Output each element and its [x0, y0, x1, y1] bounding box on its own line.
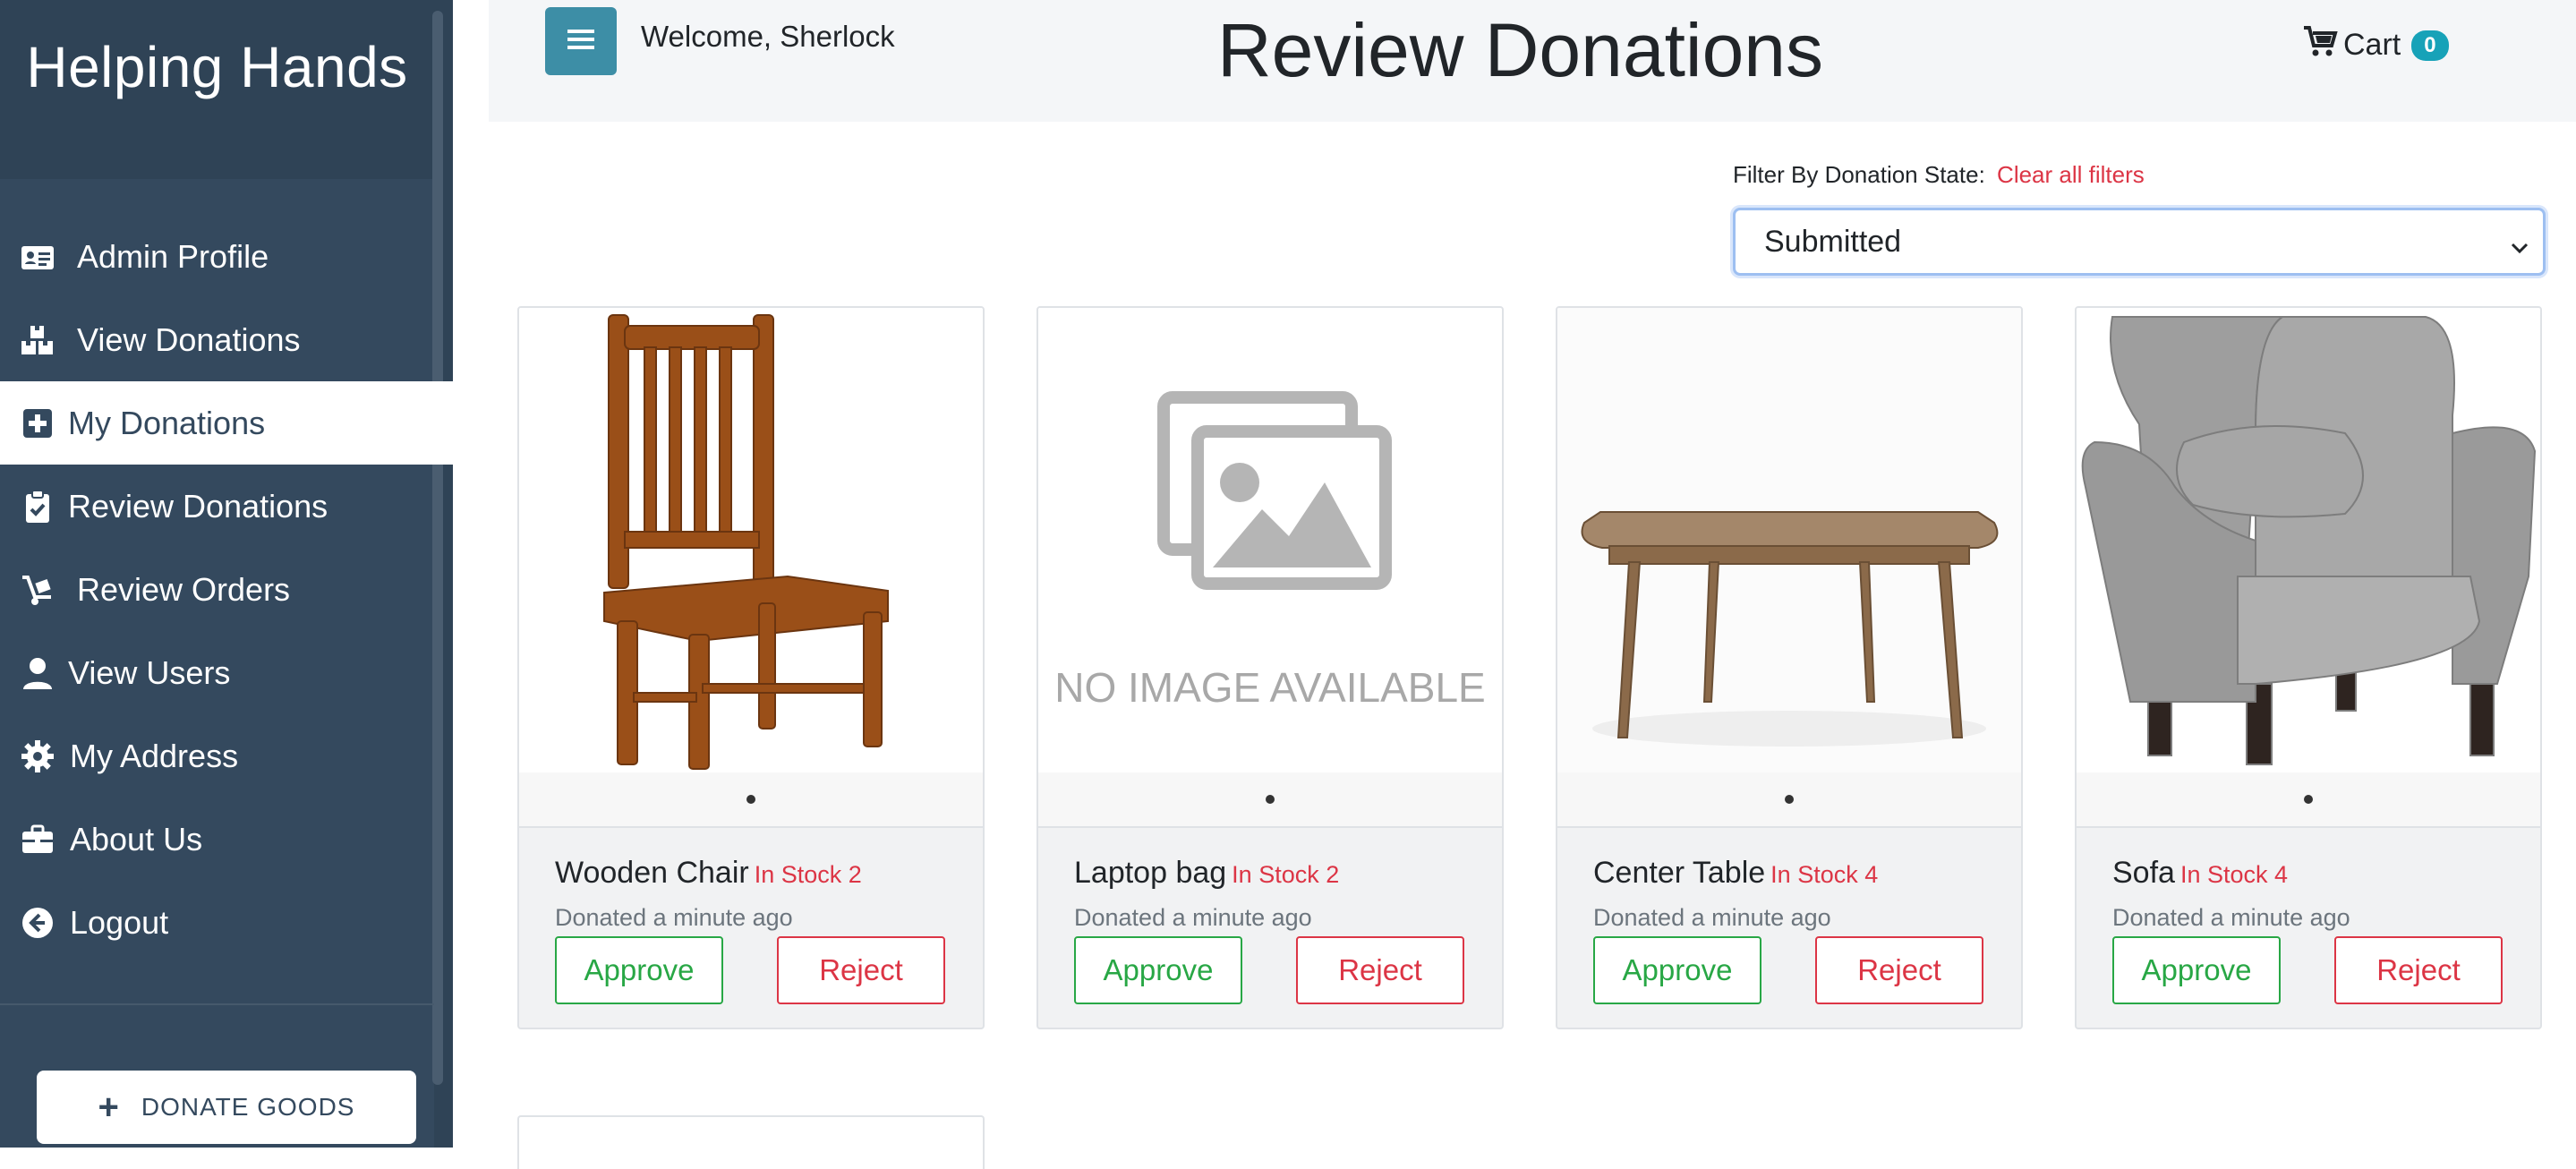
approve-button[interactable]: Approve [2112, 936, 2281, 1004]
approve-button[interactable]: Approve [1074, 936, 1242, 1004]
sidebar-item-my-address[interactable]: My Address [0, 714, 453, 798]
no-image-text: NO IMAGE AVAILABLE [1054, 664, 1485, 711]
clipboard-check-icon [18, 487, 57, 526]
reject-button[interactable]: Reject [1815, 936, 1983, 1004]
sidebar-item-label: Review Donations [68, 487, 328, 525]
sidebar-item-label: Logout [70, 903, 169, 941]
carousel-dot[interactable] [1785, 795, 1794, 804]
carousel-indicators [1038, 772, 1502, 826]
cart-count-badge: 0 [2411, 30, 2449, 61]
donation-card: Wooden Chair In Stock 2 Donated a minute … [517, 306, 985, 1029]
donation-card: Center Table In Stock 4 Donated a minute … [1556, 306, 2023, 1029]
donated-time: Donated a minute ago [1593, 904, 1831, 931]
donate-goods-button[interactable]: + DONATE GOODS [37, 1071, 416, 1144]
sidebar-item-view-users[interactable]: View Users [0, 631, 453, 714]
donation-state-selected: Submitted [1764, 224, 1902, 259]
carousel-indicators [519, 772, 983, 826]
donation-title: Wooden Chair In Stock 2 [555, 856, 862, 891]
filter-label: Filter By Donation State: [1733, 161, 1985, 188]
donation-name: Wooden Chair [555, 856, 749, 890]
card-divider [519, 826, 983, 828]
donation-state-select[interactable]: Submitted [1733, 208, 2546, 276]
sidebar: Helping Hands Admin Profile View Donatio… [0, 0, 453, 1148]
grey-armchair-image [2081, 316, 2537, 765]
sidebar-item-about-us[interactable]: About Us [0, 798, 453, 881]
carousel-dot[interactable] [2304, 795, 2313, 804]
sidebar-item-logout[interactable]: Logout [0, 881, 453, 964]
card-divider [2077, 826, 2540, 828]
donation-card: Sofa In Stock 4 Donated a minute ago Appr… [2075, 306, 2542, 1029]
sidebar-header: Helping Hands [0, 0, 434, 179]
filter-label-row: Filter By Donation State: Clear all filt… [1733, 161, 2145, 189]
menu-toggle-button[interactable] [545, 7, 617, 75]
chevron-down-icon [2509, 232, 2530, 254]
sidebar-item-my-donations[interactable]: My Donations [0, 381, 453, 465]
boxes-icon [18, 320, 57, 360]
donation-card: NO IMAGE AVAILABLE Laptop bag In Stock 2 … [1036, 306, 1504, 1029]
carousel-indicators [1557, 772, 2021, 826]
clear-filters-link[interactable]: Clear all filters [1997, 161, 2145, 188]
donation-card [517, 1115, 985, 1169]
center-table-image [1557, 308, 2021, 772]
donation-image [2077, 308, 2540, 772]
arrow-circle-left-icon [18, 903, 57, 943]
carousel-dot[interactable] [746, 795, 755, 804]
page-title: Review Donations [1217, 8, 1824, 92]
donation-image [519, 308, 983, 772]
cart-icon [2302, 23, 2343, 67]
sidebar-item-label: About Us [70, 820, 203, 858]
wooden-chair-image [603, 314, 889, 770]
gear-icon [18, 737, 57, 776]
approve-button[interactable]: Approve [555, 936, 723, 1004]
sidebar-divider [0, 1003, 434, 1005]
stock-badge: In Stock 2 [1232, 861, 1340, 888]
carousel-indicators [2077, 772, 2540, 826]
donation-image: NO IMAGE AVAILABLE [1038, 308, 1502, 772]
stock-badge: In Stock 4 [2179, 861, 2289, 888]
donation-title: Laptop bag In Stock 2 [1074, 856, 1339, 891]
brand-title: Helping Hands [26, 35, 408, 99]
donation-name: Center Table [1593, 856, 1766, 890]
reject-button[interactable]: Reject [2334, 936, 2503, 1004]
sidebar-item-label: View Users [68, 653, 231, 691]
briefcase-icon [18, 820, 57, 859]
sidebar-item-label: My Donations [68, 404, 266, 441]
card-divider [1038, 826, 1502, 828]
sidebar-nav: Admin Profile View Donations My Donation… [0, 215, 453, 964]
stock-badge: In Stock 2 [754, 861, 862, 888]
sidebar-item-label: Review Orders [77, 570, 291, 608]
plus-icon: + [98, 1088, 120, 1127]
no-image-placeholder: NO IMAGE AVAILABLE [1054, 391, 1486, 711]
donation-title: Sofa In Stock 4 [2112, 856, 2288, 891]
hamburger-icon [567, 28, 594, 55]
donated-time: Donated a minute ago [2112, 904, 2350, 931]
donation-title: Center Table In Stock 4 [1593, 856, 1878, 891]
sidebar-item-review-donations[interactable]: Review Donations [0, 465, 453, 548]
dolly-icon [18, 570, 57, 610]
cart-label: Cart [2343, 28, 2401, 62]
donation-image [1557, 308, 2021, 772]
plus-square-icon [18, 404, 57, 443]
reject-button[interactable]: Reject [777, 936, 945, 1004]
welcome-text: Welcome, Sherlock [641, 20, 895, 53]
sidebar-item-review-orders[interactable]: Review Orders [0, 548, 453, 631]
donated-time: Donated a minute ago [555, 904, 793, 931]
carousel-dot[interactable] [1266, 795, 1275, 804]
card-divider [1557, 826, 2021, 828]
donation-name: Sofa [2112, 856, 2175, 890]
user-icon [18, 653, 57, 693]
donation-name: Laptop bag [1074, 856, 1227, 890]
reject-button[interactable]: Reject [1296, 936, 1464, 1004]
sidebar-item-label: My Address [70, 737, 239, 774]
sidebar-item-view-donations[interactable]: View Donations [0, 298, 453, 381]
approve-button[interactable]: Approve [1593, 936, 1761, 1004]
donate-goods-label: DONATE GOODS [141, 1093, 355, 1121]
stock-badge: In Stock 4 [1770, 861, 1879, 888]
sidebar-item-admin-profile[interactable]: Admin Profile [0, 215, 453, 298]
sidebar-item-label: Admin Profile [77, 237, 269, 275]
cart-link[interactable]: Cart 0 [2302, 23, 2449, 67]
id-card-icon [18, 237, 57, 277]
donated-time: Donated a minute ago [1074, 904, 1312, 931]
sidebar-item-label: View Donations [77, 320, 301, 358]
